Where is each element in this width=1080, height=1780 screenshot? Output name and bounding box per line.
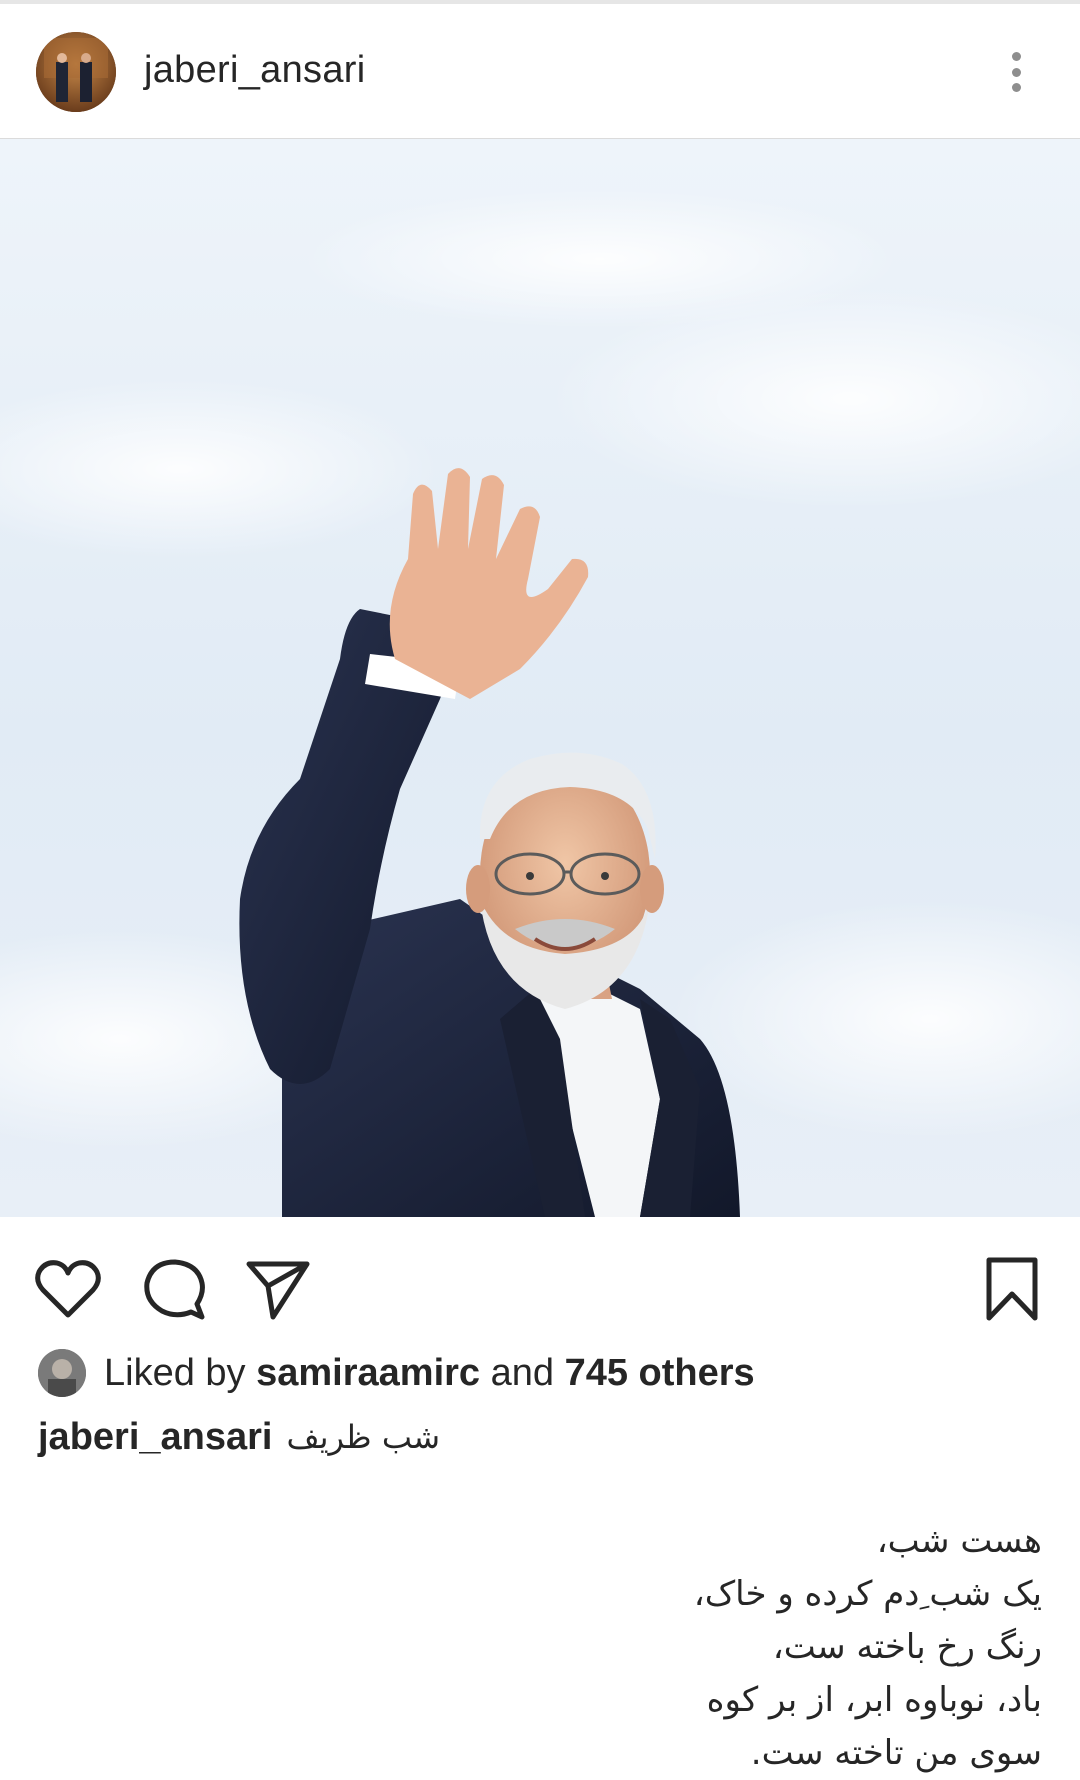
post-photo[interactable] <box>0 139 1080 1217</box>
likes-middle: and <box>490 1351 555 1394</box>
poem-line: سوی من تاخته ست. <box>750 1733 1042 1773</box>
profile-avatar[interactable] <box>36 32 116 112</box>
avatar-photo <box>36 32 116 112</box>
liker-avatar[interactable] <box>38 1349 86 1397</box>
poem-line: هست شب، <box>876 1521 1042 1561</box>
caption-username[interactable]: jaberi_ansari <box>38 1416 272 1459</box>
more-vertical-icon[interactable] <box>1000 46 1032 98</box>
poem-line: رنگ رخ باخته ست، <box>772 1627 1042 1667</box>
bookmark-icon[interactable] <box>976 1253 1048 1325</box>
caption-text: شب ظریف <box>286 1418 441 1456</box>
caption: jaberi_ansari شب ظریف <box>38 1412 440 1462</box>
likes-prefix: Liked by <box>104 1351 246 1394</box>
smiling-man-waving-photo <box>0 139 1080 1217</box>
send-icon[interactable] <box>242 1253 314 1325</box>
liker-username[interactable]: samiraamirc <box>256 1352 480 1395</box>
post-username[interactable]: jaberi_ansari <box>144 49 365 92</box>
caption-poem: هست شب، یک شب ِدم کرده و خاک، رنگ رخ باخ… <box>142 1515 1042 1780</box>
likes-count[interactable]: 745 others <box>565 1352 755 1395</box>
heart-icon[interactable] <box>32 1253 104 1325</box>
post-actions-bar <box>0 1217 1080 1347</box>
post-header: jaberi_ansari <box>0 4 1080 139</box>
comment-icon[interactable] <box>138 1253 210 1325</box>
poem-line: باد، نوباوه ابر، از بر کوه <box>706 1680 1042 1720</box>
likes-summary[interactable]: Liked by samiraamirc and 745 others <box>38 1348 755 1398</box>
poem-line: یک شب ِدم کرده و خاک، <box>693 1574 1042 1614</box>
